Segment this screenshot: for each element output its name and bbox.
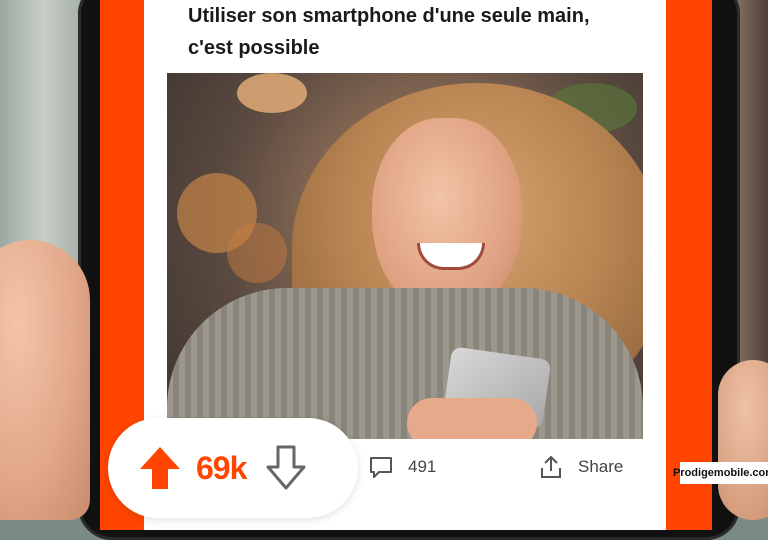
share-button[interactable]: Share <box>538 454 623 480</box>
vote-pill: 69k <box>108 418 358 518</box>
post-title[interactable]: Utiliser son smartphone d'une seule main… <box>188 0 628 64</box>
bokeh-light <box>227 223 287 283</box>
sweater <box>167 288 643 439</box>
hand <box>407 398 537 439</box>
post-image[interactable] <box>167 73 643 439</box>
arrow-up-icon <box>140 447 180 489</box>
downvote-button[interactable] <box>264 445 308 491</box>
share-label: Share <box>578 457 624 476</box>
comment-count: 491 <box>408 457 437 476</box>
bokeh-light <box>237 73 307 113</box>
watermark: Prodigemobile.com <box>673 462 768 484</box>
comments-button[interactable]: 491 <box>368 454 436 480</box>
share-icon <box>541 456 561 478</box>
arrow-down-icon <box>266 445 306 490</box>
vote-count: 69k <box>196 449 247 486</box>
finger <box>718 360 768 520</box>
upvote-button[interactable] <box>138 445 182 491</box>
comment-icon <box>370 457 392 478</box>
post-action-bar: 491 Share <box>360 444 660 492</box>
thumb <box>0 240 90 520</box>
